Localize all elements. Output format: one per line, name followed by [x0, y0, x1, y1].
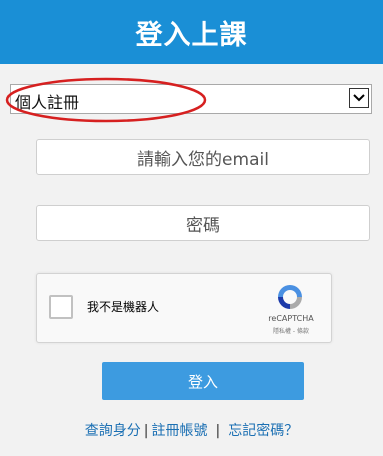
chevron-down-icon[interactable]	[349, 88, 369, 108]
password-placeholder: 密碼	[186, 215, 220, 236]
recaptcha-label: 我不是機器人	[87, 300, 160, 314]
query-identity-link[interactable]: 查詢身分	[85, 423, 141, 439]
link-separator: |	[143, 423, 149, 439]
recaptcha-logo-icon	[278, 285, 302, 309]
recaptcha-brand: reCAPTCHA	[268, 314, 314, 323]
forgot-password-link[interactable]: 忘記密碼？	[228, 423, 298, 439]
footer-links: 查詢身分 | 註冊帳號 | 忘記密碼？	[0, 420, 383, 440]
page-title: 登入上課	[0, 0, 383, 64]
select-value: 個人註冊	[15, 93, 80, 112]
password-field[interactable]: 密碼	[36, 205, 370, 241]
recaptcha-checkbox[interactable]	[49, 295, 73, 319]
email-placeholder: 請輸入您的email	[137, 149, 269, 170]
link-separator: |	[215, 423, 221, 439]
recaptcha-widget: 我不是機器人 reCAPTCHA 隱私權 - 條款	[36, 273, 332, 343]
register-account-link[interactable]: 註冊帳號	[152, 423, 208, 439]
registration-type-select[interactable]: 個人註冊	[10, 84, 372, 114]
login-button[interactable]: 登入	[102, 362, 304, 400]
login-panel: 登入上課 個人註冊 請輸入您的email 密碼 我不是機器人 reCAPTCHA…	[0, 0, 383, 456]
email-field[interactable]: 請輸入您的email	[36, 139, 370, 175]
recaptcha-terms-link[interactable]: 隱私權 - 條款	[255, 326, 327, 335]
